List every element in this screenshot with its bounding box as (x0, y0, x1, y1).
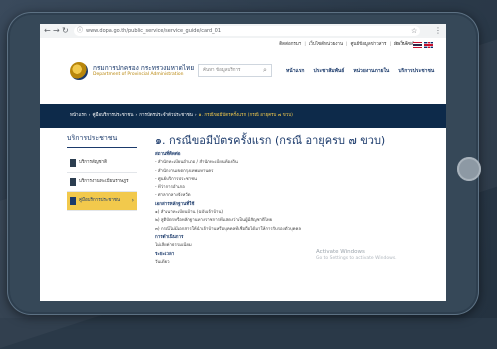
reload-icon[interactable]: ↻ (62, 26, 69, 36)
utility-bar: ติดต่อกรมฯ | เว็บไซต์หน่วยงาน | ศูนย์ข้อ… (40, 38, 446, 52)
page-title: ๑. กรณีขอมีบัตรครั้งแรก (กรณี อายุครบ ๗ … (155, 134, 386, 147)
sidebar: บริการประชาชน บริการสัญชาติ บริการงานทะเ… (67, 134, 137, 211)
dopa-logo[interactable] (70, 62, 88, 80)
font-size-control[interactable]: ก- ก+ (396, 41, 408, 49)
arrow-right-icon[interactable]: → (53, 26, 60, 36)
activate-windows-subtitle: Go to Settings to activate Windows. (316, 256, 397, 261)
document-icon (70, 159, 76, 167)
sidebar-item-service-guide[interactable]: คู่มือบริการประชาชน › (67, 192, 137, 211)
breadcrumb-current: ๑. กรณีขอมีบัตรครั้งแรก (กรณี อายุครบ ๗ … (198, 113, 293, 118)
content-line: ๓) กรณีไม่มีเอกสารให้นำเจ้าบ้านหรือบุคคล… (155, 226, 302, 232)
breadcrumb-sep: › (135, 113, 138, 118)
separator: | (346, 42, 348, 47)
tablet-home-button[interactable] (457, 157, 481, 181)
sidebar-item-label: คู่มือบริการประชาชน (79, 198, 121, 203)
breadcrumb-home[interactable]: หน้าแรก (70, 112, 87, 120)
arrow-left-icon[interactable]: ← (44, 26, 51, 36)
uk-flag-icon[interactable] (424, 42, 433, 48)
kebab-icon[interactable]: ⋮ (434, 26, 442, 36)
sidebar-title: บริการประชาชน (67, 134, 137, 148)
main-nav: หน้าแรก ประชาสัมพันธ์ หน่วยงานภายใน บริก… (286, 67, 434, 75)
nav-internal-units[interactable]: หน่วยงานภายใน (353, 67, 389, 75)
dept-name-th: กรมการปกครอง กระทรวงมหาดไทย (93, 64, 195, 72)
breadcrumb-sep: › (88, 113, 91, 118)
section-heading: สถานที่ติดต่อ (155, 152, 181, 157)
breadcrumb-bar: หน้าแรก › คู่มือบริการประชาชน › การบัตรประ… (40, 104, 446, 128)
main-content: ๑. กรณีขอมีบัตรครั้งแรก (กรณี อายุครบ ๗ … (155, 134, 405, 267)
content-line: ไม่เสียค่าธรรมเนียม (155, 243, 192, 249)
document-icon (70, 178, 76, 186)
content-line: - สำนักงานเขตกรุงเทพมหานคร (155, 168, 214, 174)
address-bar[interactable]: www.dopa.go.th/public_service/service_gu… (74, 26, 420, 36)
content-line: ๑) สำเนาทะเบียนบ้าน (ฉบับเจ้าบ้าน) (155, 210, 224, 216)
content-line: - ศาลากลางจังหวัด (155, 193, 191, 199)
nav-pr[interactable]: ประชาสัมพันธ์ (313, 67, 344, 75)
utility-link-info-center[interactable]: ศูนย์ข้อมูลข่าวสาร (351, 41, 387, 49)
separator: | (389, 42, 391, 47)
sidebar-item-civil-registration[interactable]: บริการงานทะเบียนราษฎร (67, 173, 137, 192)
nav-home[interactable]: หน้าแรก (286, 67, 304, 75)
activate-windows-title: Activate Windows (316, 249, 365, 255)
dept-name-en: Department of Provincial Administration (93, 72, 184, 77)
document-icon (70, 197, 76, 205)
sidebar-item-label: บริการสัญชาติ (79, 160, 108, 165)
sidebar-item-nationality[interactable]: บริการสัญชาติ (67, 154, 137, 173)
breadcrumb: หน้าแรก › คู่มือบริการประชาชน › การบัตรประ… (70, 112, 293, 120)
chevron-right-icon: › (131, 197, 134, 204)
lock-icon: ⓘ (77, 27, 84, 34)
utility-links: ติดต่อกรมฯ | เว็บไซต์หน่วยงาน | ศูนย์ข้อ… (279, 41, 414, 49)
content-line: - ที่ว่าการอำเภอ (155, 185, 185, 191)
nav-public-services[interactable]: บริการประชาชน (398, 67, 434, 75)
utility-link-contact[interactable]: ติดต่อกรมฯ (279, 41, 301, 49)
breadcrumb-sep: › (194, 113, 197, 118)
section-heading: เอกสารหลักฐานที่ใช้ (155, 201, 195, 207)
content-line: - ศูนย์บริการประชาชน (155, 176, 197, 182)
breadcrumb-id-card[interactable]: การบัตรประจำตัวประชาชน (139, 112, 193, 120)
section-heading: การดำเนินการ (155, 234, 184, 240)
utility-link-agencies[interactable]: เว็บไซต์หน่วยงาน (309, 41, 343, 49)
browser-toolbar: ← → ↻ www.dopa.go.th/public_service/serv… (40, 24, 446, 39)
thai-flag-icon[interactable] (413, 42, 422, 48)
search-input[interactable]: ค้นหา ข้อมูลบริการ (198, 64, 272, 77)
separator: | (304, 42, 306, 47)
breadcrumb-service-guide[interactable]: คู่มือบริการประชาชน (92, 112, 133, 120)
star-icon[interactable]: ☆ (411, 26, 417, 36)
content-line: ๒) สูติบัตรหรือหลักฐานทางราชการที่แสดงว่… (155, 218, 273, 224)
content-line: - สำนักทะเบียนอำเภอ / สำนักทะเบียนท้องถิ… (155, 160, 238, 166)
site-header: กรมการปกครอง กระทรวงมหาดไทย Department o… (40, 52, 446, 104)
sidebar-item-label: บริการงานทะเบียนราษฎร (79, 179, 129, 184)
search-icon[interactable]: ⌕ (263, 65, 267, 75)
